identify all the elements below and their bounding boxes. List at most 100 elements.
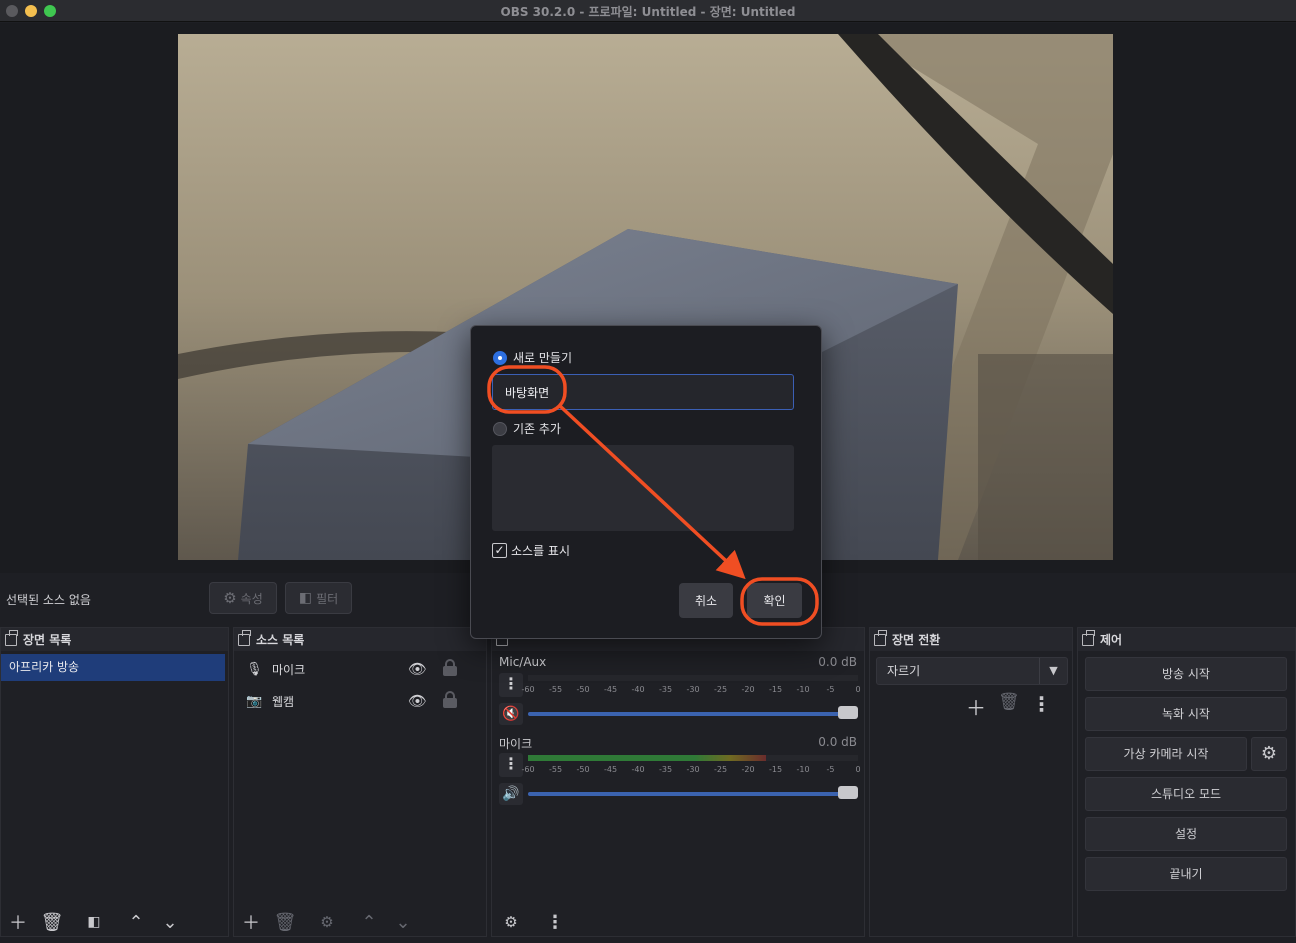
volume-slider[interactable] [528, 712, 846, 716]
controls-title: 제어 [1100, 633, 1123, 647]
meter-tick-label: -50 [576, 685, 590, 694]
move-source-up-button[interactable]: ⌃ [352, 908, 386, 936]
channel-mute-button[interactable]: 🔊 [499, 783, 523, 805]
scenes-title: 장면 목록 [23, 633, 72, 647]
existing-sources-list[interactable] [492, 445, 794, 531]
add-transition-button[interactable]: ＋ [966, 692, 986, 721]
studio-mode-button[interactable]: 스튜디오 모드 [1085, 777, 1287, 811]
transition-menu-button[interactable]: ⋮ [1032, 692, 1052, 721]
volume-slider-handle[interactable] [838, 706, 858, 719]
meter-tick-label: -30 [686, 685, 700, 694]
add-source-dialog: 새로 만들기 기존 추가 ✓ 소스를 표시 취소 확인 [470, 325, 822, 639]
speaker-muted-icon: 🔇 [502, 706, 520, 722]
meter-tick-label: -55 [548, 765, 563, 774]
move-source-down-button[interactable]: ⌄ [386, 908, 420, 936]
gear-icon: ⚙ [504, 913, 518, 931]
visibility-eye-icon[interactable]: 👁 [408, 660, 427, 678]
meter-level [528, 755, 766, 761]
gear-icon: ⚙ [223, 589, 237, 607]
channel-db: 0.0 dB [818, 655, 857, 669]
channel-menu-button[interactable]: ⋮ [499, 673, 523, 697]
filters-label: 필터 [316, 591, 339, 606]
dock-icon [874, 629, 887, 646]
mixer-channel: Mic/Aux 0.0 dB ⋮ 🔇 -60 -55 -50 -45 -40 -35 -30… [492, 655, 864, 735]
start-recording-button[interactable]: 녹화 시작 [1085, 697, 1287, 731]
meter-tick-label: -40 [631, 685, 645, 694]
settings-button[interactable]: 설정 [1085, 817, 1287, 851]
scene-filters-button[interactable]: ◧ [77, 908, 111, 936]
create-new-option[interactable]: 새로 만들기 [493, 349, 572, 366]
audio-settings-button[interactable]: ⚙ [494, 908, 528, 936]
start-virtual-camera-button[interactable]: 가상 카메라 시작 [1085, 737, 1247, 771]
mixer-menu-button[interactable]: ⋮ [538, 908, 572, 936]
make-visible-checkbox[interactable]: ✓ [492, 543, 507, 558]
scenes-toolbar: ＋ 🗑 ◧ ⌃ ⌄ [1, 908, 228, 936]
channel-name: Mic/Aux [499, 655, 547, 669]
source-label: 웹캠 [272, 694, 295, 709]
gear-icon: ⚙ [320, 913, 334, 931]
visibility-eye-icon[interactable]: 👁 [408, 692, 427, 710]
volume-slider[interactable] [528, 792, 846, 796]
move-scene-down-button[interactable]: ⌄ [153, 908, 187, 936]
dock-icon [5, 629, 18, 646]
meter-tick-label: -35 [658, 685, 673, 694]
channel-db: 0.0 dB [818, 735, 857, 749]
scene-item[interactable]: 아프리카 방송 [1, 654, 225, 681]
more-vertical-icon: ⋮ [546, 911, 564, 933]
add-scene-button[interactable]: ＋ [1, 908, 35, 936]
chevron-up-icon: ⌃ [361, 911, 377, 933]
transitions-dock: 장면 전환 자르기 ▼ ＋ 🗑 ⋮ [869, 627, 1073, 937]
meter-scale: -60 -55 -50 -45 -40 -35 -30 -25 -20 -15 -10 -5 0 [521, 685, 860, 697]
lock-icon[interactable] [443, 659, 457, 676]
dock-icon [238, 629, 251, 646]
meter-tick-label: -20 [741, 765, 755, 774]
transition-select[interactable]: 자르기 ▼ [876, 657, 1068, 685]
start-streaming-button[interactable]: 방송 시작 [1085, 657, 1287, 691]
meter-tick-label: -45 [603, 685, 618, 694]
meter-tick-label: -50 [576, 765, 590, 774]
transition-selected: 자르기 [887, 664, 921, 678]
add-existing-label: 기존 추가 [513, 422, 561, 436]
source-name-input[interactable] [492, 374, 794, 410]
transitions-title: 장면 전환 [892, 633, 941, 647]
source-properties-button[interactable]: ⚙ [310, 908, 344, 936]
transition-tools: ＋ 🗑 ⋮ [966, 692, 1052, 721]
add-existing-radio[interactable] [493, 421, 507, 436]
meter-tick-label: -5 [826, 765, 835, 774]
mixer-channel: 마이크 0.0 dB ⋮ 🔊 -60 -55 -50 -45 -40 -35 -30 -25-… [492, 735, 864, 815]
window-title: OBS 30.2.0 - 프로파일: Untitled - 장면: Untitl… [500, 5, 796, 19]
mixer-toolbar: ⚙ ⋮ [492, 908, 864, 936]
ok-button[interactable]: 확인 [747, 583, 802, 618]
meter-tick-label: -40 [631, 765, 645, 774]
lock-icon[interactable] [443, 691, 457, 708]
source-item[interactable]: 🎙 마이크 👁 [234, 653, 486, 685]
chevron-down-icon: ⌄ [395, 911, 411, 933]
cancel-button[interactable]: 취소 [679, 583, 733, 618]
virtual-camera-settings-button[interactable]: ⚙ [1251, 737, 1287, 771]
transitions-dock-header: 장면 전환 [870, 628, 1072, 651]
move-scene-up-button[interactable]: ⌃ [119, 908, 153, 936]
remove-scene-button[interactable]: 🗑 [35, 908, 69, 936]
volume-slider-handle[interactable] [838, 786, 858, 799]
add-source-button[interactable]: ＋ [234, 908, 268, 936]
filters-button[interactable]: ◧ 필터 [285, 582, 352, 614]
make-visible-option[interactable]: ✓ 소스를 표시 [492, 542, 570, 559]
more-vertical-icon: ⋮ [1031, 692, 1052, 716]
channel-menu-button[interactable]: ⋮ [499, 753, 523, 777]
create-new-radio[interactable] [493, 350, 507, 365]
meter-tick-label: -10 [796, 765, 810, 774]
trash-icon: 🗑 [40, 911, 64, 933]
channel-mute-button[interactable]: 🔇 [499, 703, 523, 725]
properties-button[interactable]: ⚙ 속성 [209, 582, 277, 614]
channel-name: 마이크 [499, 737, 533, 751]
add-existing-option[interactable]: 기존 추가 [493, 420, 561, 437]
exit-button[interactable]: 끝내기 [1085, 857, 1287, 891]
filter-icon: ◧ [298, 590, 313, 606]
remove-transition-button[interactable]: 🗑 [998, 692, 1020, 721]
meter-scale: -60 -55 -50 -45 -40 -35 -30 -25 -20 -15 -10 -5 0 [521, 765, 860, 777]
source-item[interactable]: 📷 웹캠 👁 [234, 685, 486, 717]
title-bar: OBS 30.2.0 - 프로파일: Untitled - 장면: Untitl… [0, 0, 1296, 22]
gear-icon: ⚙ [1260, 743, 1278, 764]
remove-source-button[interactable]: 🗑 [268, 908, 302, 936]
speaker-icon: 🔊 [502, 786, 520, 802]
